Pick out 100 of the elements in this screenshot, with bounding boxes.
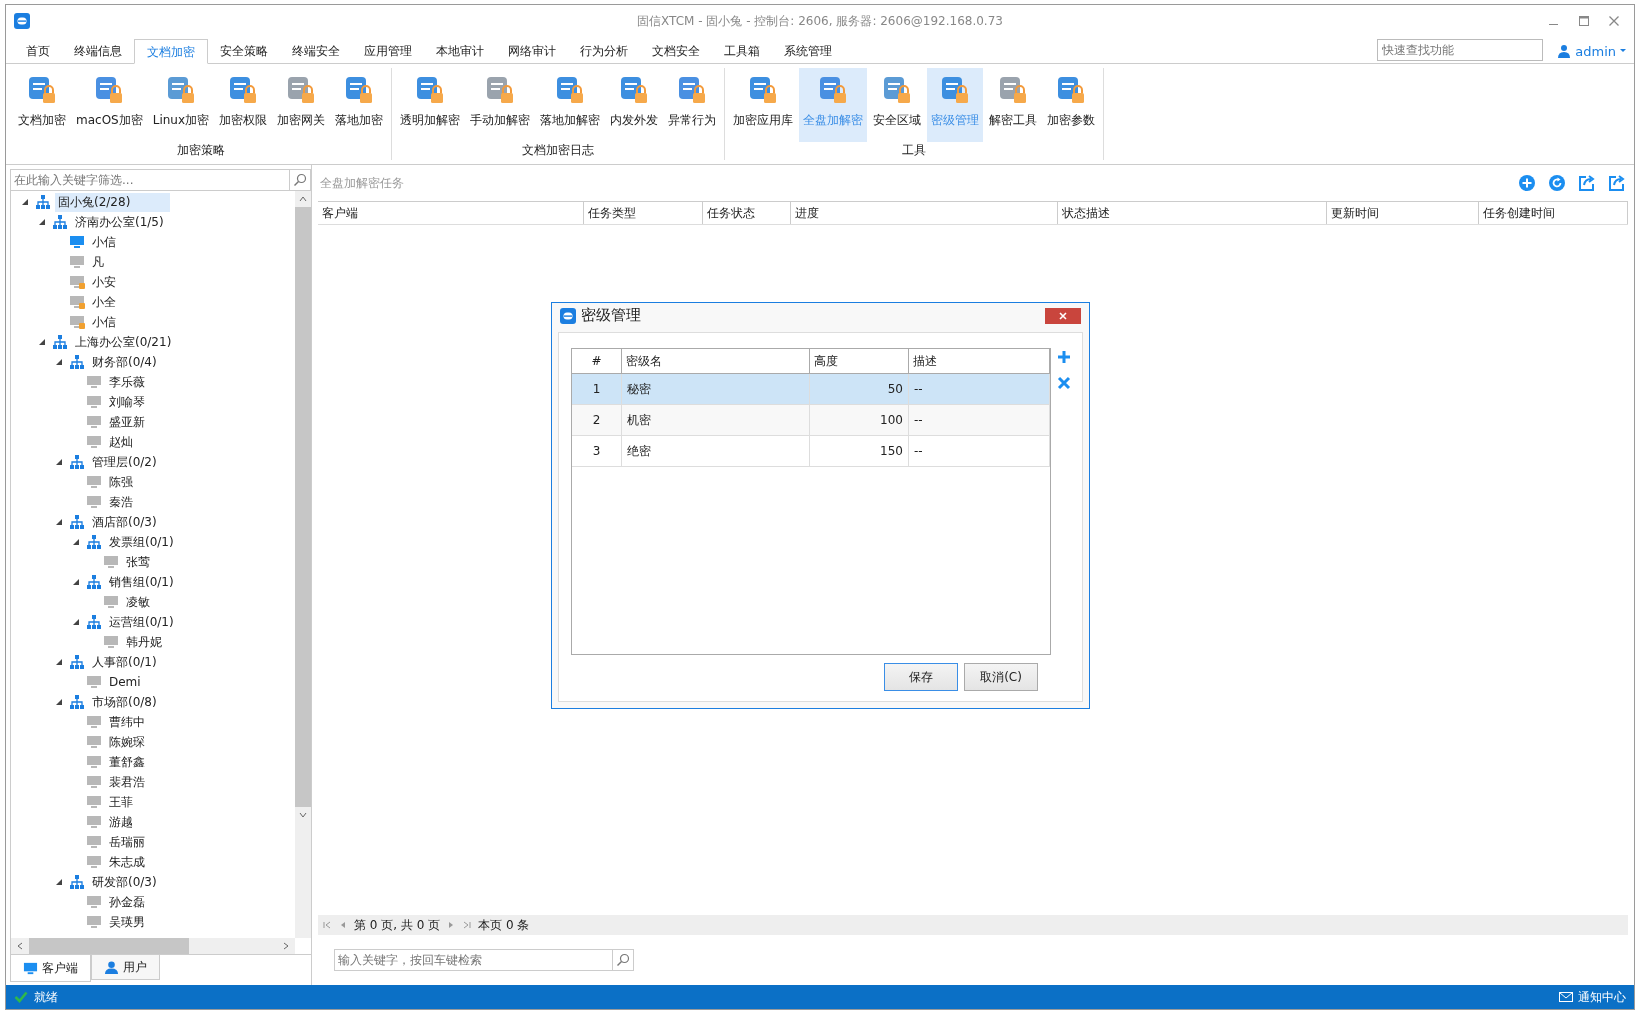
- ribbon-button[interactable]: 内发外发: [606, 68, 663, 142]
- sidebar-tab[interactable]: 客户端: [10, 955, 91, 982]
- tree-item[interactable]: 董舒鑫: [106, 752, 148, 772]
- ribbon-button[interactable]: 异常行为: [664, 68, 721, 142]
- tree-item[interactable]: Demi: [106, 674, 144, 690]
- tree-item[interactable]: 凌敏: [123, 592, 153, 612]
- expander-icon[interactable]: [55, 358, 63, 366]
- column-header[interactable]: 描述: [909, 349, 1050, 373]
- expander-icon[interactable]: [72, 578, 80, 586]
- table-row[interactable]: 2 机密 100 --: [572, 405, 1050, 436]
- menu-tab[interactable]: 工具箱: [712, 39, 772, 63]
- export-icon[interactable]: [1608, 174, 1626, 192]
- dialog-button[interactable]: 保存: [884, 663, 958, 691]
- column-header[interactable]: 客户端: [318, 202, 584, 224]
- tree-item[interactable]: 济南办公室(1/5): [72, 212, 167, 232]
- tree-item[interactable]: 吴瑛男: [106, 912, 148, 932]
- close-button[interactable]: [1045, 307, 1081, 324]
- column-header[interactable]: #: [572, 349, 622, 373]
- menu-tab[interactable]: 终端信息: [62, 39, 134, 63]
- column-header[interactable]: 密级名: [622, 349, 810, 373]
- column-header[interactable]: 状态描述: [1057, 202, 1328, 224]
- ribbon-button[interactable]: 加密应用库: [729, 68, 798, 142]
- tree-item[interactable]: 酒店部(0/3): [89, 512, 160, 532]
- ribbon-button[interactable]: 安全区域: [869, 68, 926, 142]
- add-icon[interactable]: [1518, 174, 1536, 192]
- ribbon-button[interactable]: 透明加解密: [396, 68, 465, 142]
- column-header[interactable]: 进度: [790, 202, 1058, 224]
- filter-field[interactable]: 在此输入关键字筛选...: [10, 169, 290, 191]
- column-header[interactable]: 任务类型: [583, 202, 704, 224]
- tree-item[interactable]: 王菲: [106, 792, 136, 812]
- tree-item[interactable]: 刘喻琴: [106, 392, 148, 412]
- ribbon-button[interactable]: Linux加密: [148, 68, 214, 142]
- ribbon-button[interactable]: 落地加密: [331, 68, 388, 142]
- tree-item[interactable]: 游越: [106, 812, 136, 832]
- ribbon-button[interactable]: 加密参数: [1043, 68, 1100, 142]
- menu-tab[interactable]: 网络审计: [496, 39, 568, 63]
- menu-tab[interactable]: 本地审计: [424, 39, 496, 63]
- user-menu[interactable]: admin: [1543, 39, 1634, 63]
- delete-icon[interactable]: [1057, 376, 1071, 390]
- tree-item[interactable]: 李乐薇: [106, 372, 148, 392]
- tree-item[interactable]: 盛亚新: [106, 412, 148, 432]
- expander-icon[interactable]: [55, 658, 63, 666]
- vertical-scrollbar[interactable]: [295, 191, 311, 938]
- ribbon-button[interactable]: 文档加密: [14, 68, 70, 142]
- expander-icon[interactable]: [55, 878, 63, 886]
- sidebar-tab[interactable]: 用户: [91, 955, 160, 980]
- expander-icon[interactable]: [72, 618, 80, 626]
- tree-item[interactable]: 小安: [89, 272, 119, 292]
- tree-item[interactable]: 销售组(0/1): [106, 572, 177, 592]
- export-icon[interactable]: [1578, 174, 1596, 192]
- column-header[interactable]: 任务创建时间: [1478, 202, 1628, 224]
- tree-item[interactable]: 陈婉琛: [106, 732, 148, 752]
- ribbon-button[interactable]: 落地加解密: [536, 68, 605, 142]
- tree-item[interactable]: 裴君浩: [106, 772, 148, 792]
- last-page-icon[interactable]: [462, 920, 473, 930]
- column-header[interactable]: 高度: [810, 349, 909, 373]
- tree-item[interactable]: 发票组(0/1): [106, 532, 177, 552]
- expander-icon[interactable]: [21, 198, 29, 206]
- tree-item[interactable]: 韩丹妮: [123, 632, 165, 652]
- tree-item[interactable]: 曹纬中: [106, 712, 148, 732]
- tree-item[interactable]: 财务部(0/4): [89, 352, 160, 372]
- menu-tab[interactable]: 行为分析: [568, 39, 640, 63]
- ribbon-button[interactable]: 加密权限: [215, 68, 272, 142]
- tree-item[interactable]: 赵灿: [106, 432, 136, 452]
- menu-tab[interactable]: 安全策略: [208, 39, 280, 63]
- tree-item[interactable]: 管理层(0/2): [89, 452, 160, 472]
- menu-tab[interactable]: 文档安全: [640, 39, 712, 63]
- ribbon-button[interactable]: 解密工具: [985, 68, 1042, 142]
- table-row[interactable]: 3 绝密 150 --: [572, 436, 1050, 467]
- maximize-icon[interactable]: [1578, 15, 1590, 27]
- menu-tab[interactable]: 首页: [14, 39, 62, 63]
- menu-tab[interactable]: 终端安全: [280, 39, 352, 63]
- ribbon-button[interactable]: 手动加解密: [466, 68, 535, 142]
- ribbon-button[interactable]: 加密网关: [273, 68, 330, 142]
- expander-icon[interactable]: [38, 338, 46, 346]
- search-icon[interactable]: [613, 949, 634, 971]
- tree-item[interactable]: 运营组(0/1): [106, 612, 177, 632]
- expander-icon[interactable]: [72, 538, 80, 546]
- menu-tab[interactable]: 文档加密: [134, 39, 208, 64]
- column-header[interactable]: 更新时间: [1327, 202, 1479, 224]
- tree-item[interactable]: 凡: [89, 252, 107, 272]
- search-field[interactable]: 输入关键字，按回车键检索: [334, 949, 613, 971]
- menu-tab[interactable]: 系统管理: [772, 39, 844, 63]
- expander-icon[interactable]: [55, 518, 63, 526]
- table-row[interactable]: 1 秘密 50 --: [572, 374, 1050, 405]
- tree-item[interactable]: 小全: [89, 292, 119, 312]
- tree-item[interactable]: 市场部(0/8): [89, 692, 160, 712]
- tree-item[interactable]: 小信: [89, 312, 119, 332]
- expander-icon[interactable]: [38, 218, 46, 226]
- tree-item[interactable]: 岳瑞丽: [106, 832, 148, 852]
- close-icon[interactable]: [1608, 15, 1620, 27]
- tree-item[interactable]: 上海办公室(0/21): [72, 332, 175, 352]
- notification-center-link[interactable]: 通知中心: [1559, 988, 1626, 1006]
- dialog-button[interactable]: 取消(C): [964, 663, 1038, 691]
- tree-item[interactable]: 研发部(0/3): [89, 872, 160, 892]
- ribbon-button[interactable]: macOS加密: [72, 68, 147, 142]
- tree-item[interactable]: 小信: [89, 232, 119, 252]
- horizontal-scrollbar[interactable]: [10, 938, 295, 954]
- column-header[interactable]: 任务状态: [703, 202, 791, 224]
- tree-item[interactable]: 朱志成: [106, 852, 148, 872]
